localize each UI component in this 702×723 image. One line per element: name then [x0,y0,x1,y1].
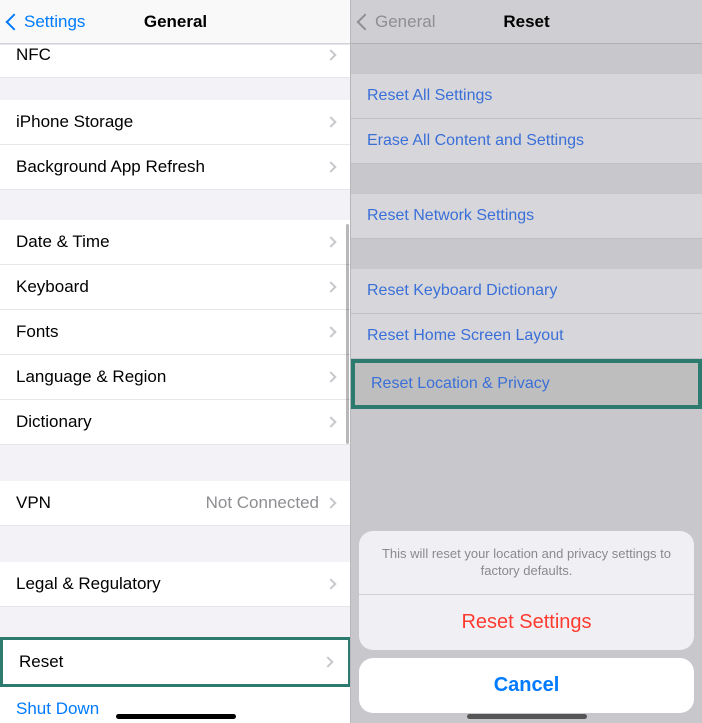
vpn-status: Not Connected [206,493,319,513]
back-to-settings-button[interactable]: Settings [8,12,85,32]
chevron-right-icon [325,49,336,60]
reset-keyboard-label: Reset Keyboard Dictionary [367,282,686,300]
scrollbar[interactable] [346,224,349,444]
home-indicator[interactable] [116,714,236,719]
row-fonts[interactable]: Fonts [0,310,351,355]
vpn-label: VPN [16,493,206,513]
action-sheet-card: This will reset your location and privac… [359,531,694,650]
row-reset-all[interactable]: Reset All Settings [351,74,702,119]
left-content: NFC iPhone Storage Background App Refres… [0,44,351,723]
iphone-storage-label: iPhone Storage [16,112,327,132]
chevron-right-icon [325,578,336,589]
chevron-right-icon [325,497,336,508]
row-reset-home[interactable]: Reset Home Screen Layout [351,314,702,359]
row-language-region[interactable]: Language & Region [0,355,351,400]
row-reset-network[interactable]: Reset Network Settings [351,194,702,239]
chevron-right-icon [325,116,336,127]
fonts-label: Fonts [16,322,327,342]
row-iphone-storage[interactable]: iPhone Storage [0,100,351,145]
chevron-right-icon [325,416,336,427]
row-reset-keyboard-dict[interactable]: Reset Keyboard Dictionary [351,269,702,314]
legal-label: Legal & Regulatory [16,574,327,594]
reset-settings-button[interactable]: Reset Settings [359,595,694,650]
back-to-general-button[interactable]: General [359,12,435,32]
row-erase-all[interactable]: Erase All Content and Settings [351,119,702,164]
row-vpn[interactable]: VPN Not Connected [0,481,351,526]
right-content: Reset All Settings Erase All Content and… [351,44,702,723]
row-nfc[interactable]: NFC [0,44,351,78]
chevron-right-icon [325,371,336,382]
left-navbar: Settings General [0,0,351,44]
back-label: Settings [24,12,85,32]
action-sheet: This will reset your location and privac… [359,531,694,713]
reset-all-label: Reset All Settings [367,87,686,105]
chevron-right-icon [325,281,336,292]
chevron-right-icon [322,656,333,667]
date-time-label: Date & Time [16,232,327,252]
dictionary-label: Dictionary [16,412,327,432]
keyboard-label: Keyboard [16,277,327,297]
right-navbar: General Reset [351,0,702,44]
reset-panel: General Reset Reset All Settings Erase A… [351,0,702,723]
nfc-label: NFC [16,45,327,65]
chevron-left-icon [6,13,23,30]
background-refresh-label: Background App Refresh [16,157,327,177]
row-reset[interactable]: Reset [0,637,351,687]
row-date-time[interactable]: Date & Time [0,220,351,265]
reset-location-label: Reset Location & Privacy [371,375,682,393]
chevron-right-icon [325,326,336,337]
row-keyboard[interactable]: Keyboard [0,265,351,310]
chevron-left-icon [357,13,374,30]
action-sheet-message: This will reset your location and privac… [359,531,694,595]
reset-network-label: Reset Network Settings [367,207,686,225]
row-dictionary[interactable]: Dictionary [0,400,351,445]
chevron-right-icon [325,161,336,172]
home-indicator[interactable] [467,714,587,719]
erase-all-label: Erase All Content and Settings [367,132,686,150]
chevron-right-icon [325,236,336,247]
cancel-button[interactable]: Cancel [359,658,694,713]
row-background-refresh[interactable]: Background App Refresh [0,145,351,190]
reset-label: Reset [19,652,324,672]
language-region-label: Language & Region [16,367,327,387]
reset-home-label: Reset Home Screen Layout [367,327,686,345]
general-settings-panel: Settings General NFC iPhone Storage Back… [0,0,351,723]
row-legal[interactable]: Legal & Regulatory [0,562,351,607]
back-label: General [375,12,435,32]
row-reset-location-privacy[interactable]: Reset Location & Privacy [351,359,702,409]
